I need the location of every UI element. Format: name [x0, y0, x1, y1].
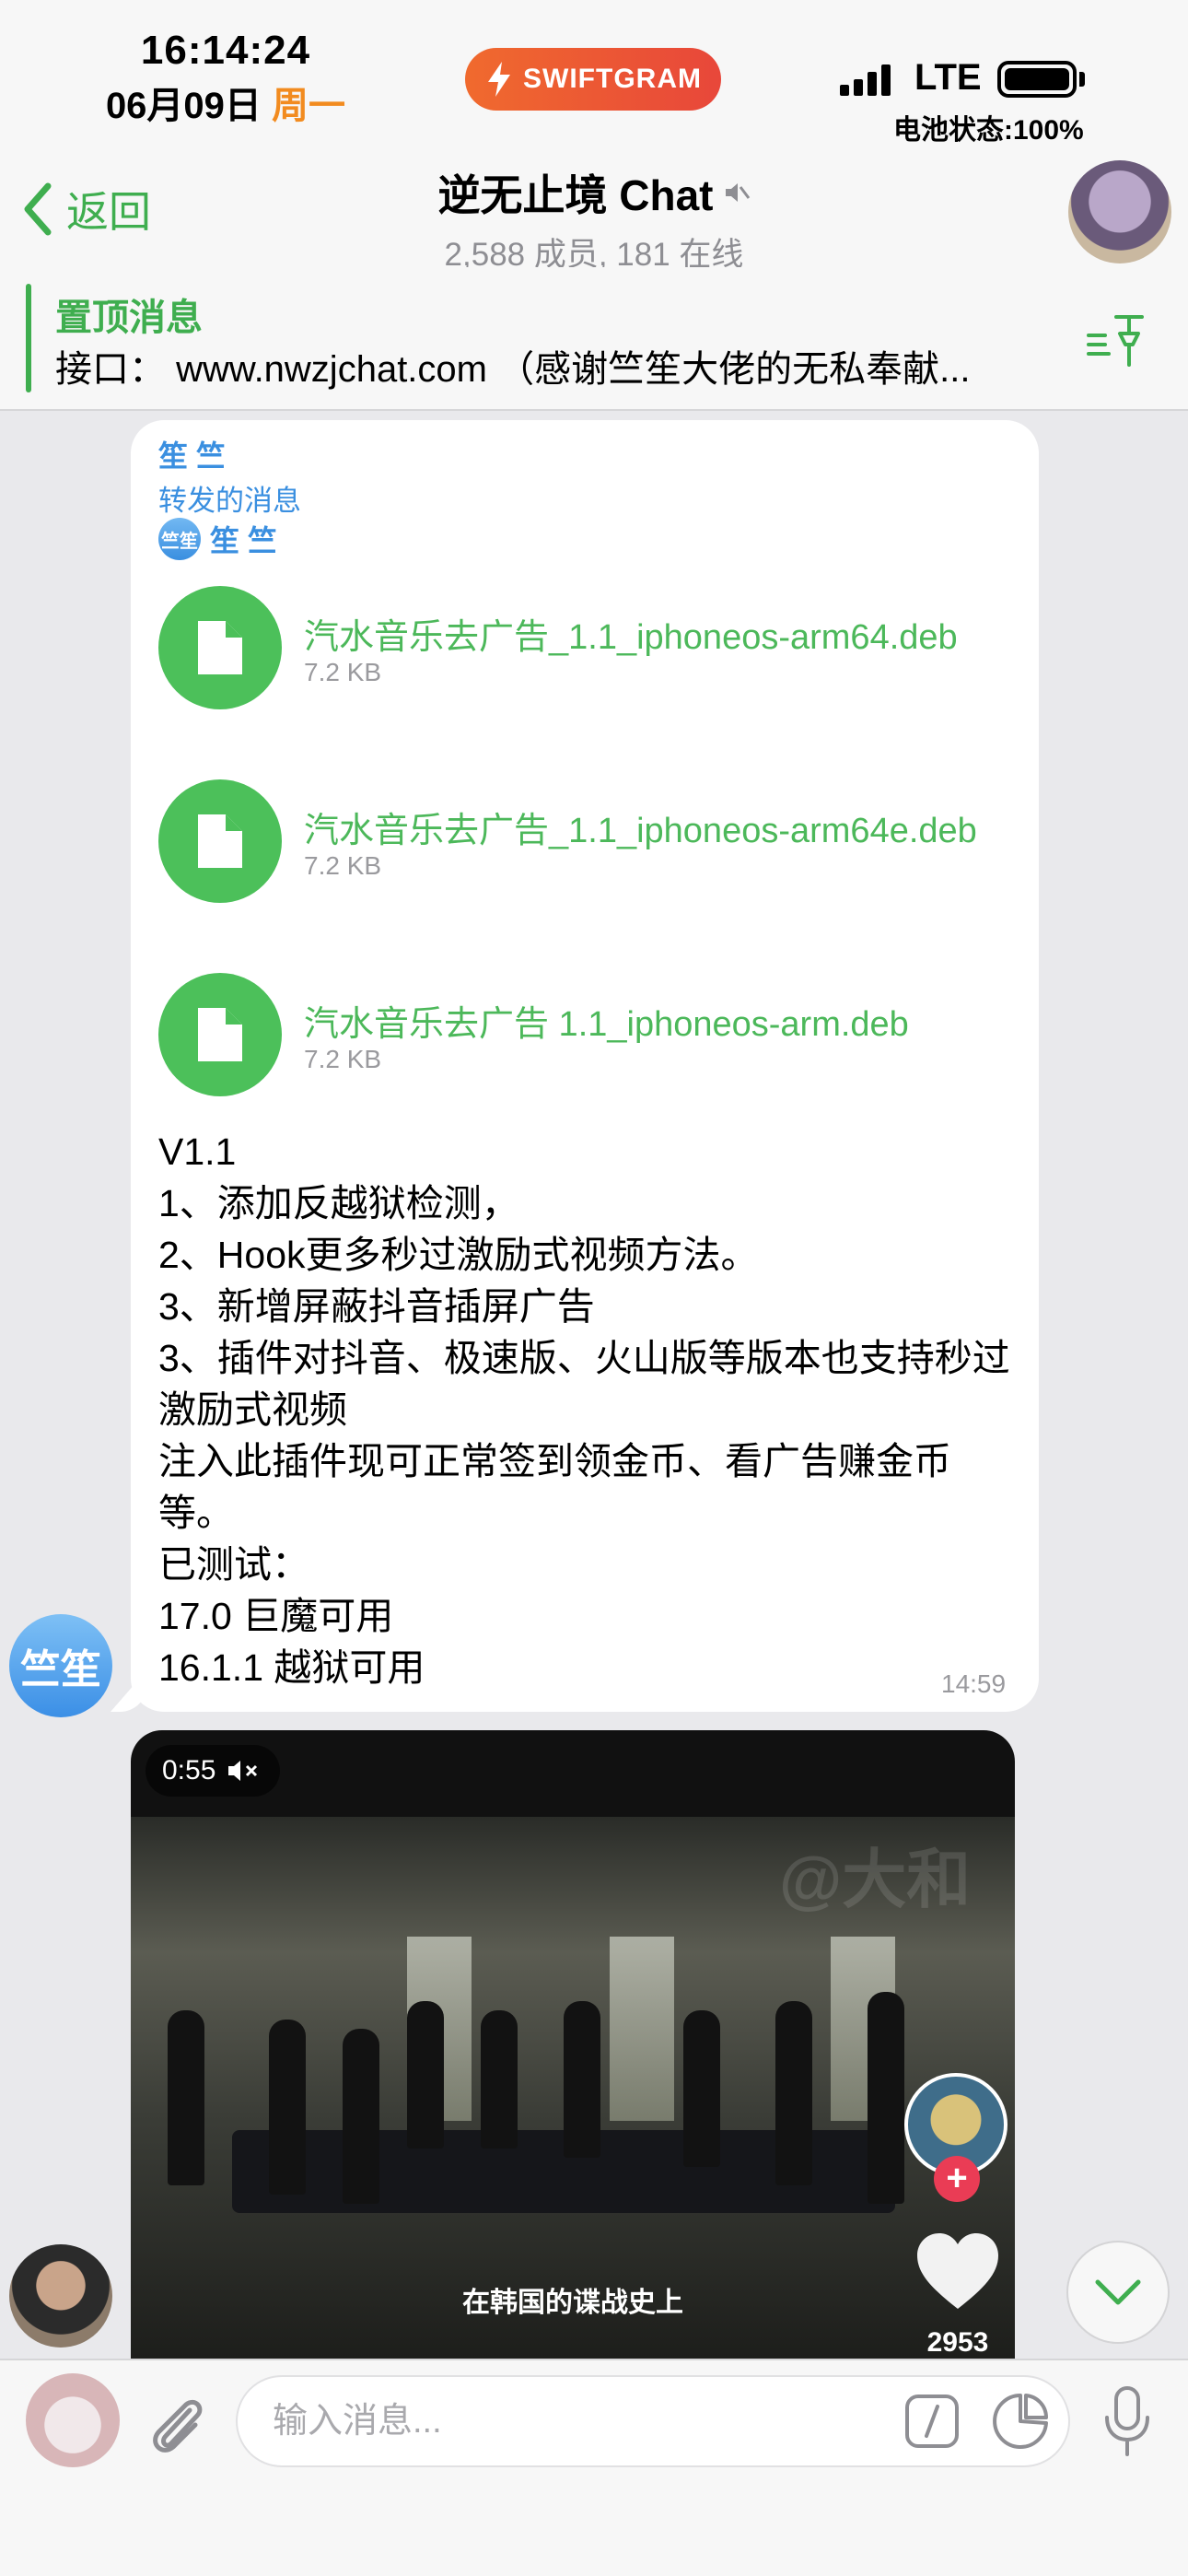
file-icon[interactable]	[158, 973, 282, 1096]
video-caption: 在韩国的谍战史上	[462, 2288, 683, 2318]
chevron-down-icon	[1095, 2279, 1141, 2305]
message-line: 注入此插件现可正常签到领金币、看广告赚金币等。	[158, 1440, 951, 1534]
message-line: 1、添加反越狱检测，	[158, 1182, 519, 1224]
chat-name: 逆无止境 Chat	[437, 171, 714, 219]
group-avatar[interactable]	[1068, 160, 1171, 263]
file-attachment[interactable]: 汽水音乐去广告_1.1_iphoneos-arm64.deb 7.2 KB	[158, 586, 1015, 711]
pinned-text: 接口： www.nwzjchat.com （感谢竺笙大佬的无私奉献...	[55, 349, 971, 390]
microphone-icon[interactable]	[1100, 2384, 1155, 2458]
video-message[interactable]	[131, 1730, 1015, 2359]
message-line: 3、插件对抖音、极速版、火山版等版本也支持秒过激励式视频	[158, 1337, 1010, 1431]
battery-tip	[1079, 72, 1085, 87]
file-size: 7.2 KB	[304, 851, 382, 880]
chat-header: 返回 逆无止境 Chat 2,588 成员, 181 在线	[0, 147, 1188, 273]
duration-text: 0:55	[162, 1755, 216, 1786]
file-icon[interactable]	[158, 586, 282, 709]
scroll-down-button[interactable]	[1066, 2241, 1170, 2344]
pinned-message[interactable]: 置顶消息 接口： www.nwzjchat.com （感谢竺笙大佬的无私奉献..…	[0, 267, 1188, 411]
message-line: 2、Hook更多秒过激励式视频方法。	[158, 1234, 759, 1276]
my-avatar[interactable]	[26, 2373, 120, 2467]
pin-list-icon[interactable]	[1085, 308, 1149, 372]
video-duration[interactable]: 0:55	[146, 1745, 281, 1797]
file-name: 汽水音乐去广告_1.1_iphoneos-arm64.deb	[304, 618, 958, 657]
message-line: 16.1.1 越狱可用	[158, 1646, 425, 1689]
sticker-icon[interactable]	[991, 2392, 1050, 2451]
battery-status-text: 电池状态:100%	[893, 115, 1084, 146]
forward-from-name: 笙 竺	[210, 524, 277, 557]
attach-icon[interactable]	[146, 2390, 210, 2460]
pinned-title: 置顶消息	[55, 298, 203, 338]
swiftgram-label: SWIFTGRAM	[523, 64, 702, 94]
message-line: 3、新增屏蔽抖音插屏广告	[158, 1285, 595, 1328]
heart-icon	[917, 2233, 998, 2309]
muted-icon	[725, 183, 750, 202]
clock: 16:14:24 06月09日 周一	[83, 28, 368, 129]
status-date: 06月09日 周一	[83, 76, 368, 129]
pinned-indicator	[26, 284, 31, 392]
message-line: V1.1	[158, 1130, 237, 1173]
swiftgram-badge[interactable]: SWIFTGRAM	[465, 48, 721, 111]
user-avatar[interactable]	[9, 2244, 112, 2348]
file-size: 7.2 KB	[304, 1045, 382, 1073]
weekday-text: 周一	[272, 86, 346, 126]
file-attachment[interactable]: 汽水音乐去广告 1.1_iphoneos-arm.deb 7.2 KB	[158, 973, 1015, 1098]
date-text: 06月09日	[105, 86, 262, 126]
bubble-tail	[111, 1669, 147, 1712]
file-name: 汽水音乐去广告_1.1_iphoneos-arm64e.deb	[304, 812, 977, 850]
battery-icon	[997, 61, 1077, 98]
status-time: 16:14:24	[140, 28, 311, 73]
file-name: 汽水音乐去广告 1.1_iphoneos-arm.deb	[304, 1005, 909, 1044]
bolt-icon	[488, 62, 511, 97]
chat-title[interactable]: 逆无止境 Chat 2,588 成员, 181 在线	[0, 162, 1188, 275]
message-line: 17.0 巨魔可用	[158, 1595, 394, 1637]
like-count: 2953	[926, 2327, 989, 2358]
command-icon[interactable]	[904, 2394, 960, 2449]
file-icon[interactable]	[158, 779, 282, 903]
file-size: 7.2 KB	[304, 658, 382, 686]
sender-avatar[interactable]: 竺笙	[9, 1614, 112, 1717]
signal-icon	[840, 63, 891, 96]
muted-speaker-icon	[228, 1761, 258, 1781]
video-watermark: @大和	[779, 1844, 972, 1915]
message-line: 已测试：	[158, 1543, 309, 1586]
sender-name[interactable]: 笙 竺	[158, 433, 226, 475]
network-label: LTE	[914, 57, 982, 98]
forwarded-label: 转发的消息	[158, 485, 301, 517]
message-text: V1.1 1、添加反越狱检测， 2、Hook更多秒过激励式视频方法。 3、新增屏…	[158, 1126, 1015, 1693]
forwarded-from[interactable]: 竺笙 笙 竺	[158, 518, 277, 560]
plus-icon: +	[934, 2156, 980, 2202]
file-attachment[interactable]: 汽水音乐去广告_1.1_iphoneos-arm64e.deb 7.2 KB	[158, 779, 1015, 905]
message-time: 14:59	[941, 1669, 1007, 1698]
forward-avatar: 竺笙	[158, 518, 201, 560]
status-bar: 16:14:24 06月09日 周一 SWIFTGRAM LTE 电池状态:10…	[0, 0, 1188, 147]
